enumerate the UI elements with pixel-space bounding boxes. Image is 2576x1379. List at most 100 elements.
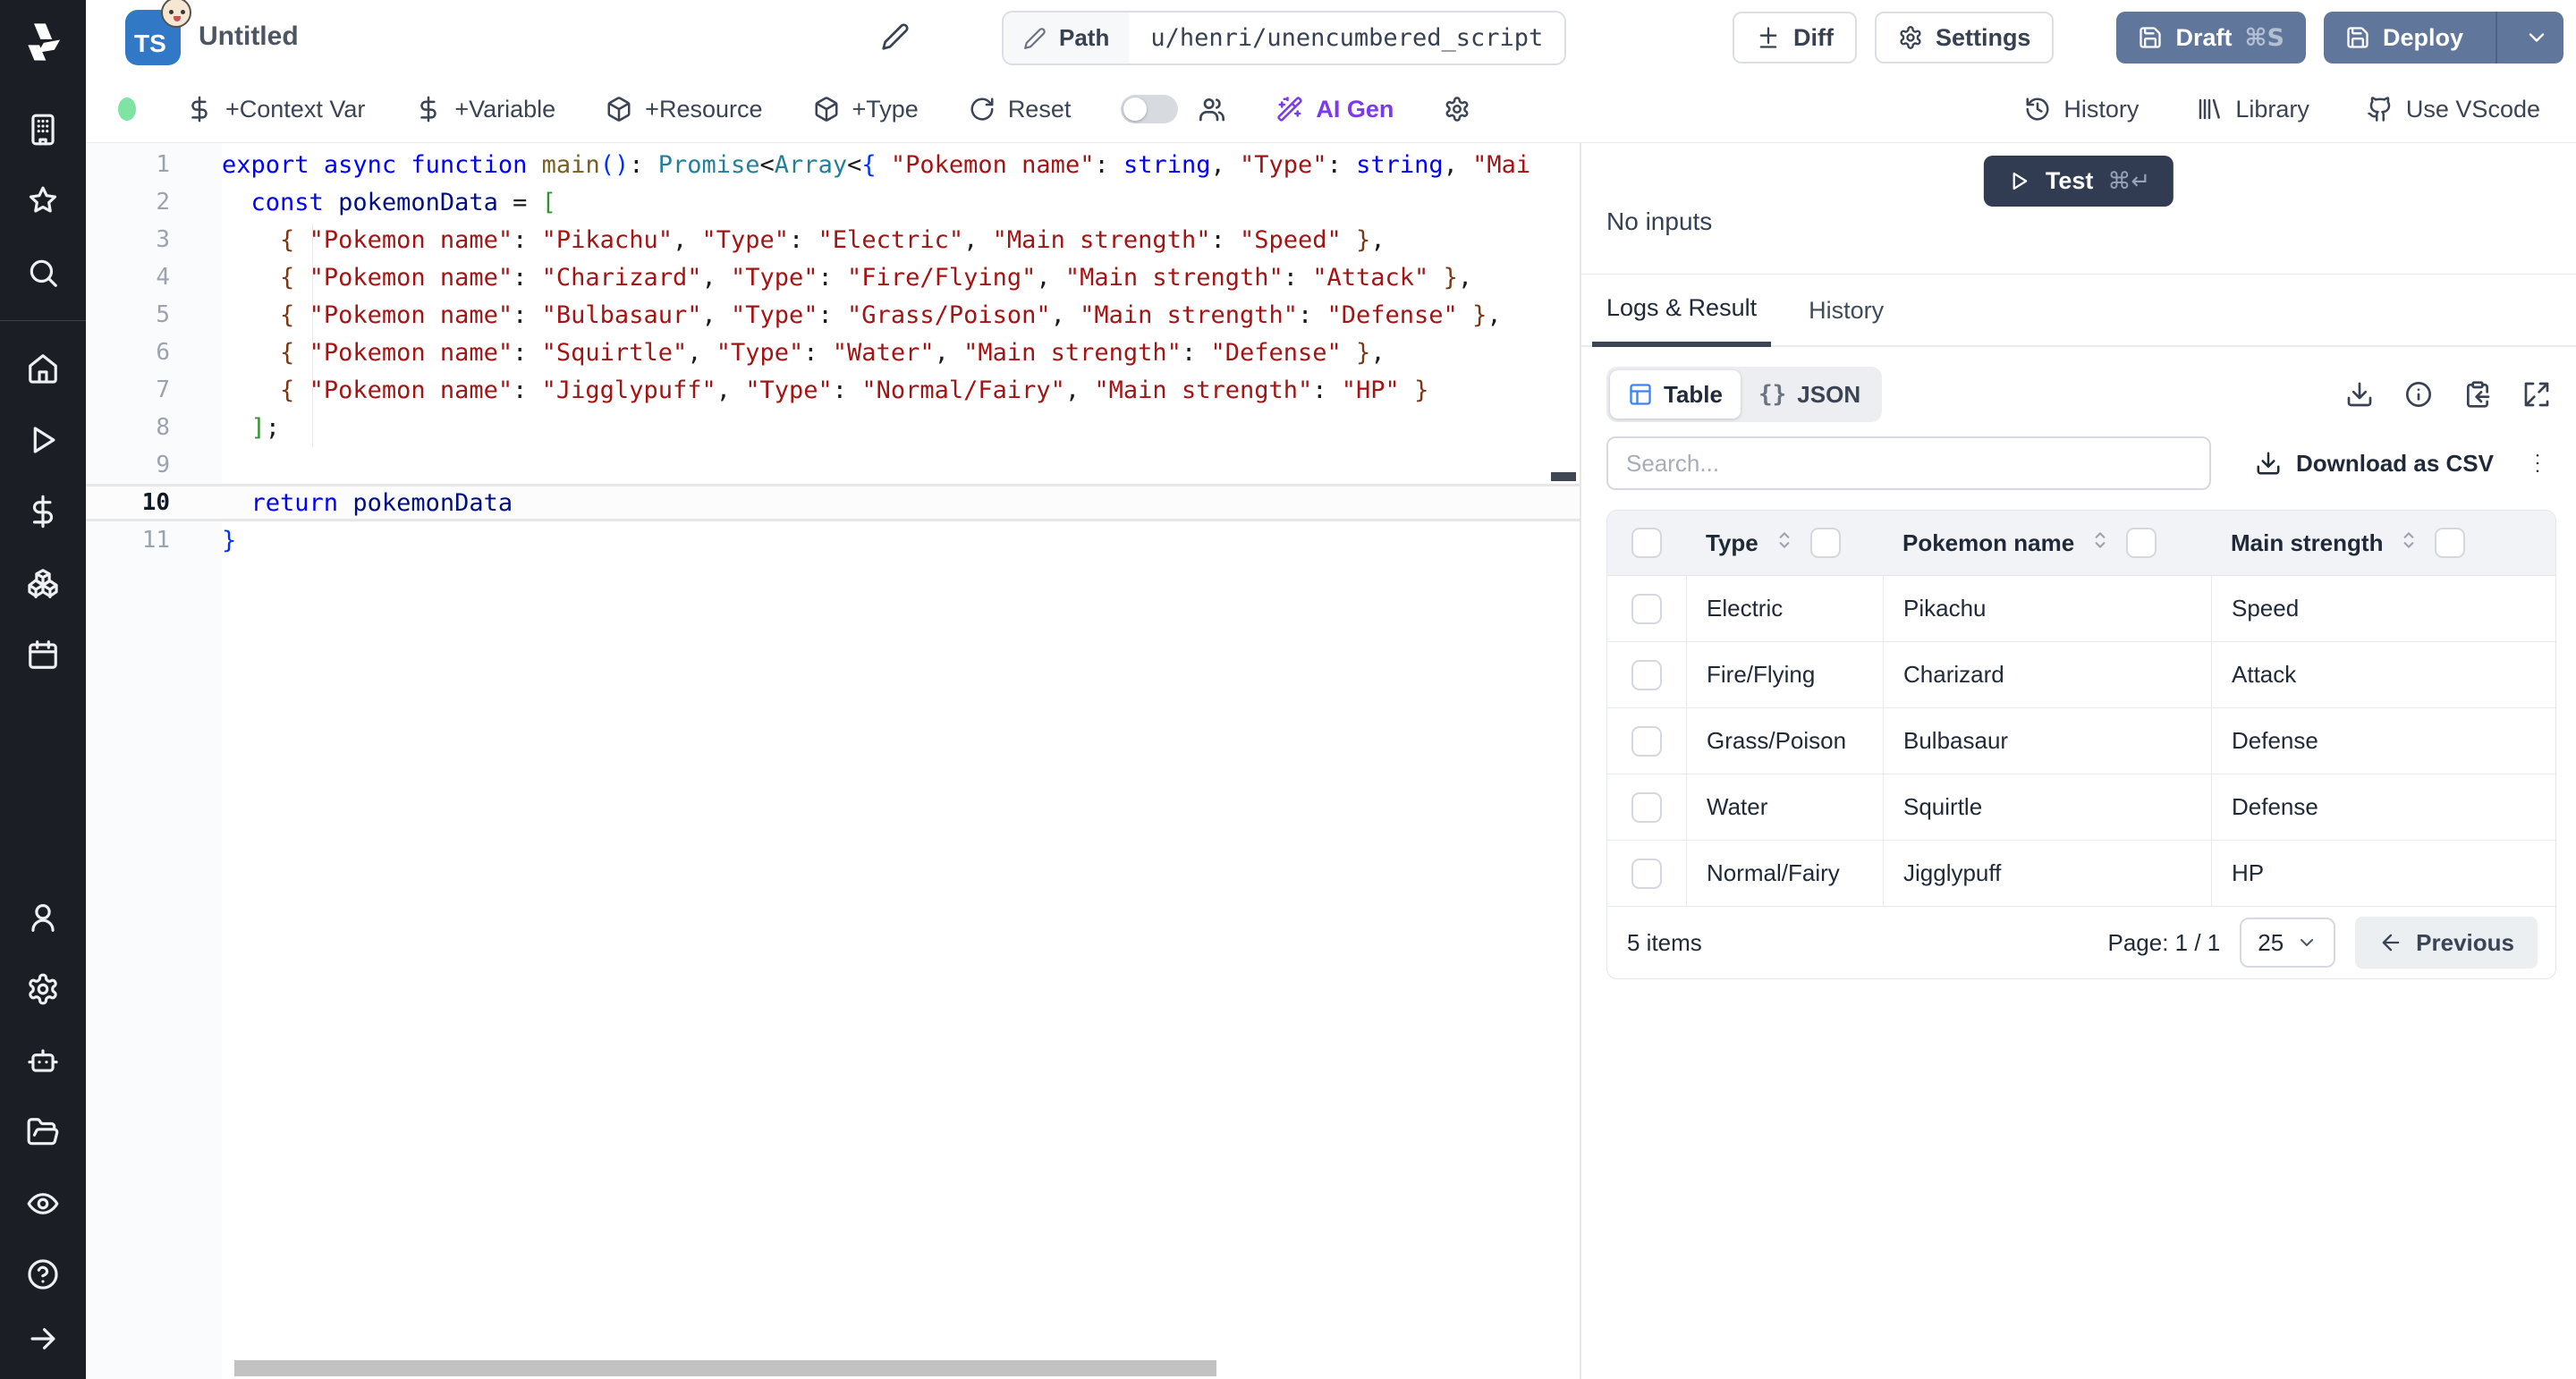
page-size-select[interactable]: 25 [2240, 918, 2335, 968]
deploy-dropdown-button[interactable] [2510, 12, 2563, 63]
sidebar-item-schedules[interactable] [0, 634, 86, 675]
column-checkbox[interactable] [2435, 528, 2465, 558]
sidebar [0, 0, 86, 1379]
search-input[interactable] [1606, 436, 2211, 490]
add-variable-button[interactable]: +Variable [415, 96, 555, 123]
result-info-button[interactable] [2404, 380, 2433, 409]
typescript-badge: TS [125, 10, 181, 65]
sidebar-item-resources[interactable] [0, 563, 86, 604]
sidebar-item-favorites[interactable] [0, 181, 86, 222]
deploy-button[interactable]: Deploy [2324, 12, 2563, 63]
windmill-logo[interactable] [18, 16, 68, 66]
diff-button[interactable]: Diff [1733, 12, 1857, 63]
sort-icon[interactable] [2089, 529, 2112, 558]
download-icon [2255, 450, 2282, 477]
sidebar-item-workers[interactable] [0, 1040, 86, 1081]
topbar-actions: Diff Settings Draft ⌘S Deploy [1733, 12, 2563, 63]
view-toggle-table-label: Table [1664, 381, 1723, 409]
row-checkbox[interactable] [1631, 792, 1662, 823]
add-variable-label: +Variable [454, 96, 555, 123]
sidebar-item-folders[interactable] [0, 1112, 86, 1153]
diff-icon [1756, 25, 1781, 50]
collab-toggle[interactable] [1121, 95, 1178, 123]
tab-logs-result[interactable]: Logs & Result [1592, 275, 1771, 347]
path-value[interactable]: u/henri/unencumbered_script [1129, 13, 1564, 63]
row-checkbox[interactable] [1631, 726, 1662, 757]
line-number: 1 [86, 151, 170, 178]
status-dot [118, 97, 136, 121]
table-cell: Pikachu [1883, 576, 2211, 641]
table-cell: Defense [2211, 708, 2555, 774]
code-line: 5 { "Pokemon name": "Bulbasaur", "Type":… [86, 296, 1580, 334]
github-icon [2367, 96, 2394, 123]
reset-label: Reset [1008, 96, 1072, 123]
sort-icon[interactable] [1773, 529, 1796, 558]
sidebar-item-search[interactable] [0, 252, 86, 293]
view-toggle-table[interactable]: Table [1610, 370, 1741, 419]
horizontal-scrollbar[interactable] [234, 1360, 1216, 1376]
view-toggle-json[interactable]: {} JSON [1741, 370, 1878, 419]
edit-summary-button[interactable] [881, 22, 910, 51]
row-checkbox[interactable] [1631, 594, 1662, 624]
library-button[interactable]: Library [2196, 96, 2309, 123]
column-header-main-strength[interactable]: Main strength [2211, 528, 2555, 558]
table-menu-button[interactable] [2524, 450, 2551, 477]
building-icon [26, 113, 60, 147]
previous-page-button[interactable]: Previous [2355, 917, 2538, 969]
expand-result-button[interactable] [2522, 380, 2551, 409]
path-control[interactable]: Path u/henri/unencumbered_script [1002, 11, 1566, 65]
column-header-pokemon-name[interactable]: Pokemon name [1883, 528, 2211, 558]
toggle-knob [1123, 97, 1147, 121]
sidebar-item-help[interactable] [0, 1254, 86, 1295]
tab-history[interactable]: History [1794, 275, 1898, 347]
test-button[interactable]: Test ⌘↵ [1984, 156, 2174, 207]
row-checkbox[interactable] [1631, 859, 1662, 889]
add-resource-label: +Resource [645, 96, 762, 123]
settings-button[interactable]: Settings [1875, 12, 2055, 63]
view-toggle-json-label: JSON [1797, 381, 1860, 409]
sidebar-item-runs[interactable] [0, 419, 86, 461]
sidebar-item-settings[interactable] [0, 969, 86, 1010]
view-toggle: Table {} JSON [1606, 367, 1882, 422]
sidebar-item-home[interactable] [0, 348, 86, 389]
ai-gen-button[interactable]: AI Gen [1276, 96, 1394, 123]
reset-button[interactable]: Reset [969, 96, 1072, 123]
windmill-logo-icon [21, 19, 65, 63]
star-icon [26, 184, 60, 218]
draft-label: Draft [2175, 24, 2232, 52]
copy-result-button[interactable] [2463, 380, 2492, 409]
line-number: 9 [86, 452, 170, 478]
row-checkbox[interactable] [1631, 660, 1662, 690]
column-checkbox[interactable] [1810, 528, 1841, 558]
history-button[interactable]: History [2024, 96, 2139, 123]
sidebar-item-audit-logs[interactable] [0, 1183, 86, 1224]
editor-settings-button[interactable] [1444, 96, 1470, 123]
add-context-var-button[interactable]: +Context Var [186, 96, 365, 123]
code-line: 8 ]; [86, 409, 1580, 446]
select-all-checkbox[interactable] [1631, 528, 1662, 558]
column-header-type[interactable]: Type [1686, 528, 1883, 558]
draft-button[interactable]: Draft ⌘S [2116, 12, 2306, 63]
sort-icon[interactable] [2397, 529, 2420, 558]
sidebar-item-workspace[interactable] [0, 109, 86, 150]
app: TS Untitled Path u/henri/unencumbered_sc… [0, 0, 2576, 1379]
content: 1export async function main(): Promise<A… [86, 143, 2576, 1379]
add-resource-button[interactable]: +Resource [606, 96, 762, 123]
sidebar-item-users[interactable] [0, 897, 86, 938]
result-table-footer: 5 items Page: 1 / 1 25 Previous [1607, 907, 2555, 978]
dollar-icon [26, 495, 60, 529]
sidebar-item-variables[interactable] [0, 491, 86, 532]
download-result-button[interactable] [2345, 380, 2374, 409]
code-line: 7 { "Pokemon name": "Jigglypuff", "Type"… [86, 371, 1580, 409]
use-vscode-button[interactable]: Use VScode [2367, 96, 2540, 123]
result-table-body: ElectricPikachuSpeedFire/FlyingCharizard… [1607, 576, 2555, 907]
deploy-label: Deploy [2383, 24, 2463, 52]
calendar-icon [26, 638, 60, 672]
code-editor[interactable]: 1export async function main(): Promise<A… [86, 143, 1581, 1379]
download-csv-button[interactable]: Download as CSV [2255, 450, 2494, 478]
column-checkbox[interactable] [2126, 528, 2157, 558]
add-type-button[interactable]: +Type [813, 96, 919, 123]
sidebar-item-expand[interactable] [0, 1318, 86, 1359]
table-cell: Grass/Poison [1686, 708, 1883, 774]
gear-icon [1444, 96, 1470, 123]
